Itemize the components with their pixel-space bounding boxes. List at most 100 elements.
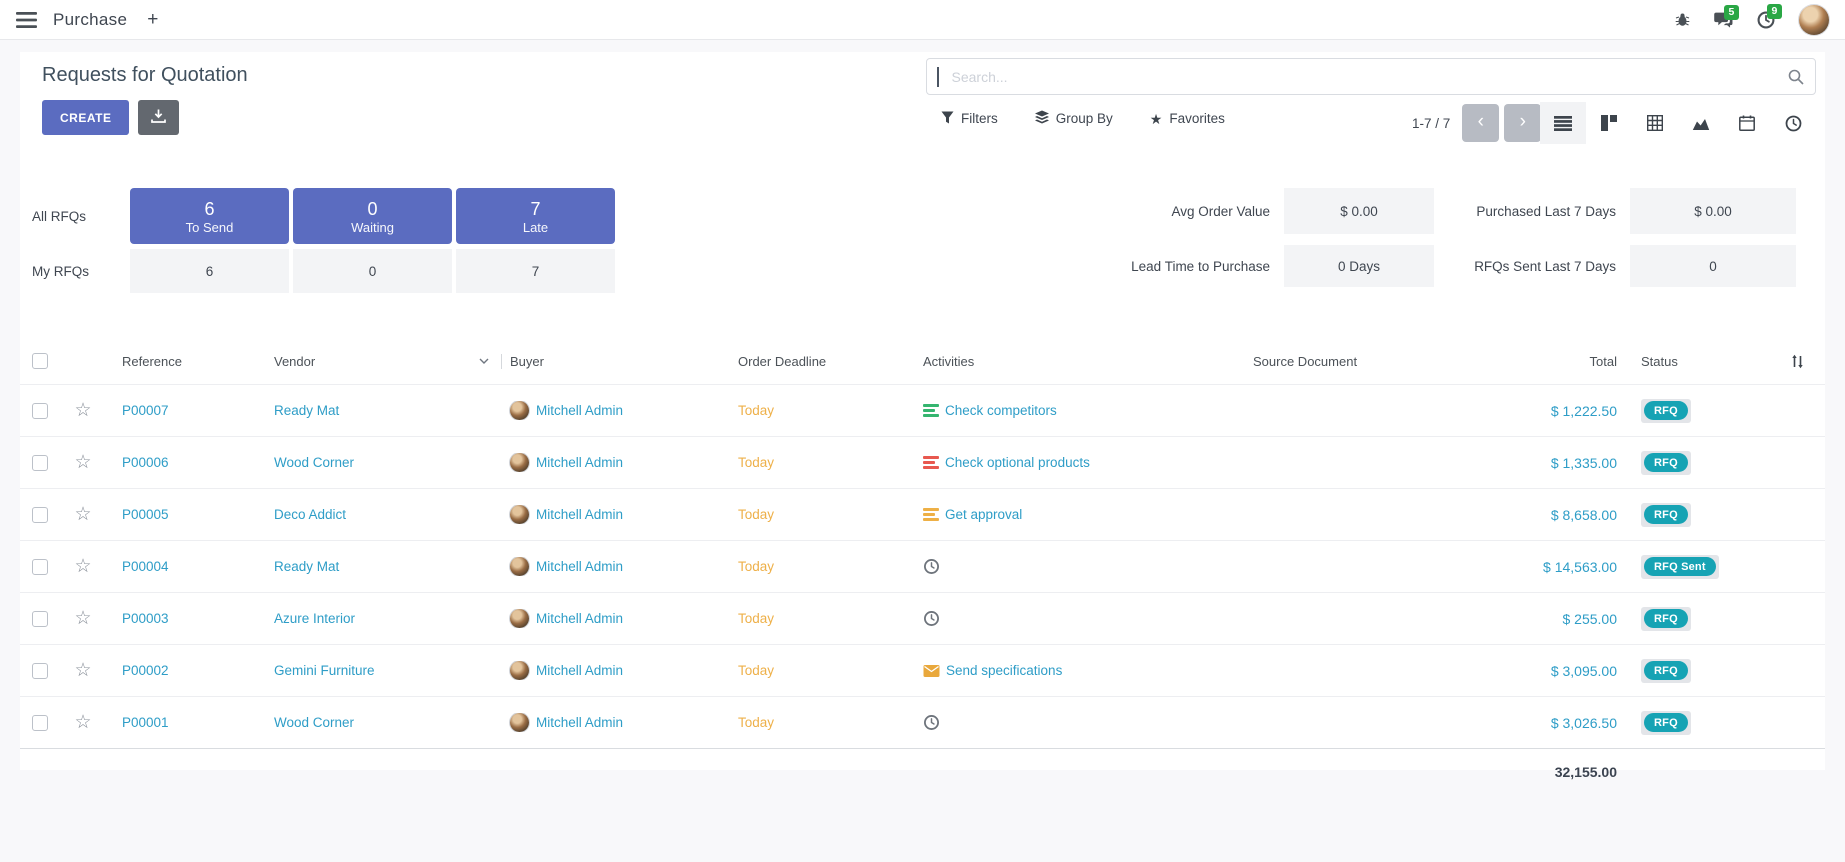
pivot-view-icon[interactable] bbox=[1632, 102, 1678, 144]
buyer-cell[interactable]: Mitchell Admin bbox=[502, 661, 730, 680]
my-rfq-count-1[interactable]: 0 bbox=[293, 249, 452, 293]
total-amount[interactable]: $ 14,563.00 bbox=[1543, 559, 1617, 575]
pager-range[interactable]: 1-7 / 7 bbox=[1412, 116, 1450, 131]
table-row[interactable]: ☆ P00004 Ready Mat Mitchell Admin Today $ 14,… bbox=[20, 540, 1825, 592]
order-deadline[interactable]: Today bbox=[738, 559, 774, 574]
activity-tasks-icon[interactable]: Check competitors bbox=[923, 403, 1057, 419]
search-input[interactable] bbox=[950, 68, 1789, 86]
pager-previous-button[interactable]: ‹ bbox=[1462, 104, 1499, 142]
table-row[interactable]: ☆P00001Wood CornerMitchell AdminToday$ 3… bbox=[20, 696, 1825, 748]
activity-envelope-icon[interactable]: Send specifications bbox=[923, 663, 1062, 678]
reference-link[interactable]: P00006 bbox=[122, 455, 169, 470]
select-all-checkbox[interactable] bbox=[32, 353, 48, 369]
rfq-status-button-late[interactable]: 7Late bbox=[456, 188, 615, 244]
my-rfq-count-0[interactable]: 6 bbox=[130, 249, 289, 293]
reference-link[interactable]: P00001 bbox=[122, 715, 169, 730]
favorite-star-icon[interactable]: ☆ bbox=[74, 401, 91, 420]
status-badge[interactable]: RFQ bbox=[1641, 451, 1691, 475]
favorite-star-icon[interactable]: ☆ bbox=[74, 505, 91, 524]
new-tab-button[interactable]: + bbox=[147, 10, 158, 29]
vendor-link[interactable]: Ready Mat bbox=[274, 403, 339, 418]
row-checkbox[interactable] bbox=[32, 715, 48, 731]
export-button[interactable] bbox=[138, 100, 179, 135]
buyer-cell[interactable]: Mitchell Admin bbox=[502, 609, 730, 628]
row-checkbox[interactable] bbox=[32, 559, 48, 575]
group-by-button[interactable]: Group By bbox=[1035, 110, 1113, 127]
favorite-star-icon[interactable]: ☆ bbox=[74, 557, 91, 576]
table-row[interactable]: ☆ P00006 Wood Corner Mitchell Admin Today Che… bbox=[20, 436, 1825, 488]
order-deadline[interactable]: Today bbox=[738, 403, 774, 418]
buyer-cell[interactable]: Mitchell Admin bbox=[502, 557, 730, 576]
column-header-source-document[interactable]: Source Document bbox=[1245, 354, 1515, 369]
messages-icon[interactable]: 5 bbox=[1714, 12, 1733, 28]
rfq-status-button-waiting[interactable]: 0Waiting bbox=[293, 188, 452, 244]
app-name-menu[interactable]: Purchase bbox=[53, 10, 127, 30]
favorite-star-icon[interactable]: ☆ bbox=[74, 713, 91, 732]
total-amount[interactable]: $ 1,222.50 bbox=[1551, 403, 1617, 419]
order-deadline[interactable]: Today bbox=[738, 507, 774, 522]
total-amount[interactable]: $ 8,658.00 bbox=[1551, 507, 1617, 523]
buyer-cell[interactable]: Mitchell Admin bbox=[502, 713, 730, 732]
status-badge[interactable]: RFQ bbox=[1641, 659, 1691, 683]
rfq-status-button-to-send[interactable]: 6To Send bbox=[130, 188, 289, 244]
activity-clock-icon[interactable] bbox=[923, 558, 940, 575]
favorites-button[interactable]: ★ Favorites bbox=[1150, 111, 1225, 126]
status-badge[interactable]: RFQ bbox=[1641, 607, 1691, 631]
column-header-reference[interactable]: Reference bbox=[106, 354, 266, 369]
menu-icon[interactable] bbox=[16, 12, 37, 28]
reference-link[interactable]: P00002 bbox=[122, 663, 169, 678]
activity-clock-icon[interactable] bbox=[923, 610, 940, 627]
reference-link[interactable]: P00007 bbox=[122, 403, 169, 418]
column-header-total[interactable]: Total bbox=[1515, 354, 1625, 369]
total-amount[interactable]: $ 1,335.00 bbox=[1551, 455, 1617, 471]
my-rfq-count-2[interactable]: 7 bbox=[456, 249, 615, 293]
vendor-link[interactable]: Deco Addict bbox=[274, 507, 346, 522]
row-checkbox[interactable] bbox=[32, 455, 48, 471]
column-header-activities[interactable]: Activities bbox=[915, 354, 1245, 369]
activities-clock-icon[interactable]: 9 bbox=[1757, 11, 1775, 29]
total-amount[interactable]: $ 3,095.00 bbox=[1551, 663, 1617, 679]
status-badge[interactable]: RFQ bbox=[1641, 503, 1691, 527]
vendor-link[interactable]: Wood Corner bbox=[274, 715, 354, 730]
buyer-cell[interactable]: Mitchell Admin bbox=[502, 401, 730, 420]
kanban-view-icon[interactable] bbox=[1586, 102, 1632, 144]
column-header-vendor[interactable]: Vendor bbox=[266, 354, 502, 369]
buyer-cell[interactable]: Mitchell Admin bbox=[502, 505, 730, 524]
row-checkbox[interactable] bbox=[32, 611, 48, 627]
reference-link[interactable]: P00003 bbox=[122, 611, 169, 626]
status-badge[interactable]: RFQ Sent bbox=[1641, 555, 1719, 579]
activity-tasks-icon[interactable]: Get approval bbox=[923, 507, 1022, 523]
vendor-link[interactable]: Gemini Furniture bbox=[274, 663, 375, 678]
vendor-link[interactable]: Wood Corner bbox=[274, 455, 354, 470]
buyer-cell[interactable]: Mitchell Admin bbox=[502, 453, 730, 472]
reference-link[interactable]: P00005 bbox=[122, 507, 169, 522]
column-header-buyer[interactable]: Buyer bbox=[502, 354, 730, 369]
table-row[interactable]: ☆ P00005 Deco Addict Mitchell Admin Today Get… bbox=[20, 488, 1825, 540]
pager-next-button[interactable]: › bbox=[1504, 104, 1541, 142]
bug-icon[interactable] bbox=[1675, 12, 1690, 27]
optional-columns-icon[interactable] bbox=[1755, 354, 1825, 369]
order-deadline[interactable]: Today bbox=[738, 715, 774, 730]
row-checkbox[interactable] bbox=[32, 663, 48, 679]
order-deadline[interactable]: Today bbox=[738, 611, 774, 626]
order-deadline[interactable]: Today bbox=[738, 455, 774, 470]
user-avatar[interactable] bbox=[1799, 5, 1829, 35]
search-bar[interactable] bbox=[926, 58, 1816, 95]
table-row[interactable]: ☆P00003Azure InteriorMitchell AdminToday… bbox=[20, 592, 1825, 644]
total-amount[interactable]: $ 255.00 bbox=[1563, 611, 1618, 627]
column-header-order-deadline[interactable]: Order Deadline bbox=[730, 354, 915, 369]
favorite-star-icon[interactable]: ☆ bbox=[74, 453, 91, 472]
calendar-view-icon[interactable] bbox=[1724, 102, 1770, 144]
list-view-icon[interactable] bbox=[1540, 102, 1586, 144]
reference-link[interactable]: P00004 bbox=[122, 559, 169, 574]
search-icon[interactable] bbox=[1788, 69, 1804, 85]
activity-clock-icon[interactable] bbox=[923, 714, 940, 731]
order-deadline[interactable]: Today bbox=[738, 663, 774, 678]
activity-tasks-icon[interactable]: Check optional products bbox=[923, 455, 1090, 471]
filters-button[interactable]: Filters bbox=[941, 111, 998, 127]
vendor-link[interactable]: Ready Mat bbox=[274, 559, 339, 574]
create-button[interactable]: CREATE bbox=[42, 100, 129, 135]
row-checkbox[interactable] bbox=[32, 403, 48, 419]
favorite-star-icon[interactable]: ☆ bbox=[74, 609, 91, 628]
table-row[interactable]: ☆ P00007 Ready Mat Mitchell Admin Today Check… bbox=[20, 384, 1825, 436]
